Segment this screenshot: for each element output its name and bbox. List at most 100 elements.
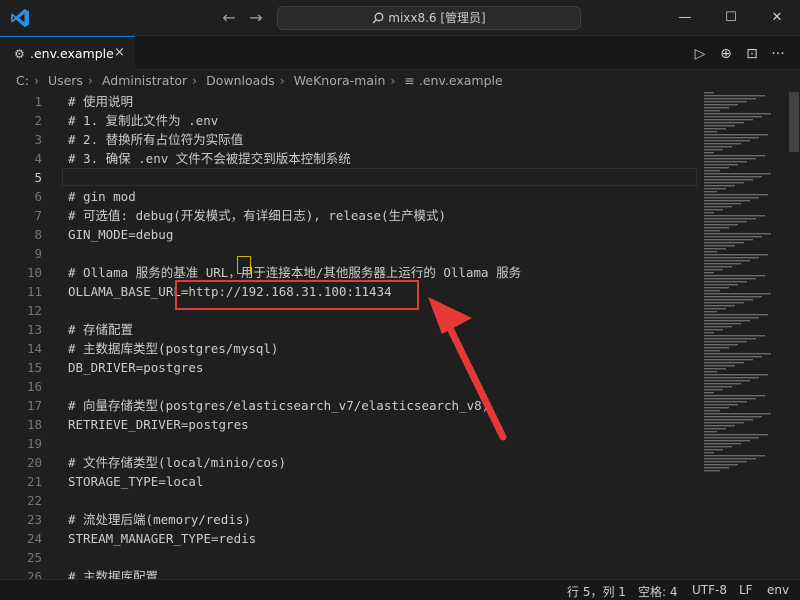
minimap-line [704,377,759,379]
minimap-line [704,329,723,331]
minimap-line [704,254,768,256]
lock-icon[interactable]: ⊡ [742,44,762,64]
minimap-line [704,419,753,421]
minimap-line [704,155,765,157]
minimap-line [704,314,768,316]
command-center-label: mixx8.6 [管理员] [388,11,486,25]
minimap-line [704,344,738,346]
minimap-line [704,293,771,295]
minimap-line [704,401,747,403]
minimap-line [704,296,762,298]
minimap-line [704,407,729,409]
indentation-status[interactable]: 空格: 4 [638,583,678,600]
vertical-scrollbar[interactable] [786,92,800,579]
minimap-line [704,389,723,391]
minimap-line [704,362,744,364]
minimap-line [704,194,768,196]
forward-arrow-icon[interactable]: → [245,7,267,29]
maximize-icon[interactable]: ☐ [708,0,754,36]
minimap-line [704,146,732,148]
eol-status[interactable]: LF [739,583,753,597]
tab-close-icon[interactable]: × [114,45,125,60]
minimap-line [704,149,723,151]
minimap-line [704,449,723,451]
chevron-right-icon: › [279,73,285,88]
minimap-line [704,452,714,454]
minimap-line [704,428,726,430]
scrollbar-thumb[interactable] [789,92,799,152]
minimap-line [704,332,714,334]
breadcrumb-item[interactable]: Downloads [206,73,275,88]
command-center-search[interactable]: mixx8.6 [管理员] [277,6,581,30]
minimap-line [704,188,726,190]
minimap-line [704,104,738,106]
breadcrumb-item[interactable]: WeKnora-main [294,73,386,88]
encoding-status[interactable]: UTF-8 [692,583,727,597]
minimap-line [704,131,717,133]
minimap-line [704,302,744,304]
minimap-line [704,308,726,310]
minimap-line [704,371,717,373]
chevron-right-icon: › [390,73,396,88]
minimap-line [704,320,750,322]
minimap[interactable] [700,92,786,579]
minimap-line [704,95,765,97]
minimap-line [704,341,747,343]
chevron-right-icon: › [87,73,93,88]
minimap-line [704,287,729,289]
minimap-line [704,212,714,214]
code-editor[interactable]: 1 # 使用说明 2 # 1. 复制此文件为 .env 3 # 2. 替换所有占位符为实际… [0,92,800,579]
minimap-line [704,224,738,226]
minimap-line [704,326,732,328]
minimap-line [704,113,771,115]
vscode-logo-icon[interactable] [10,8,30,28]
annotation-arrow-icon [428,297,507,441]
breadcrumb-item[interactable]: C: [16,73,29,88]
more-actions-icon[interactable]: ··· [768,44,788,64]
search-icon [372,12,384,24]
language-mode[interactable]: env [767,583,789,597]
minimap-line [704,227,729,229]
minimap-line [704,350,720,352]
minimap-line [704,272,714,274]
breadcrumb-item[interactable]: .env.example [419,73,503,88]
cursor-position[interactable]: 行 5，列 1 [567,583,626,600]
minimap-line [704,167,729,169]
minimap-line [704,161,747,163]
minimap-line [704,248,726,250]
minimap-line [704,464,738,466]
tab-env-example[interactable]: ⚙ .env.example × [0,36,135,70]
minimap-line [704,458,756,460]
back-arrow-icon[interactable]: ← [218,7,240,29]
tab-bar: ⚙ .env.example × ▷ ⊕ ⊡ ··· [0,36,800,70]
minimap-line [704,416,762,418]
minimap-line [704,116,762,118]
minimap-line [704,311,717,313]
minimap-line [704,206,732,208]
minimap-line [704,260,750,262]
minimap-line [704,323,741,325]
minimap-line [704,143,741,145]
minimap-line [704,173,771,175]
minimap-line [704,398,756,400]
minimap-line [704,239,753,241]
chevron-right-icon: › [192,73,198,88]
minimize-icon[interactable]: — [662,0,708,36]
close-window-icon[interactable]: ✕ [754,0,800,36]
minimap-line [704,92,714,94]
minimap-line [704,179,753,181]
minimap-line [704,110,720,112]
minimap-line [704,335,765,337]
breadcrumb-item[interactable]: Users [48,73,83,88]
minimap-line [704,422,744,424]
run-icon[interactable]: ▷ [690,44,710,64]
open-changes-icon[interactable]: ⊕ [716,44,736,64]
minimap-line [704,440,750,442]
minimap-line [704,137,759,139]
minimap-line [704,275,765,277]
minimap-line [704,230,720,232]
minimap-line [704,218,756,220]
breadcrumb-item[interactable]: Administrator [102,73,187,88]
minimap-line [704,221,747,223]
minimap-line [704,431,717,433]
